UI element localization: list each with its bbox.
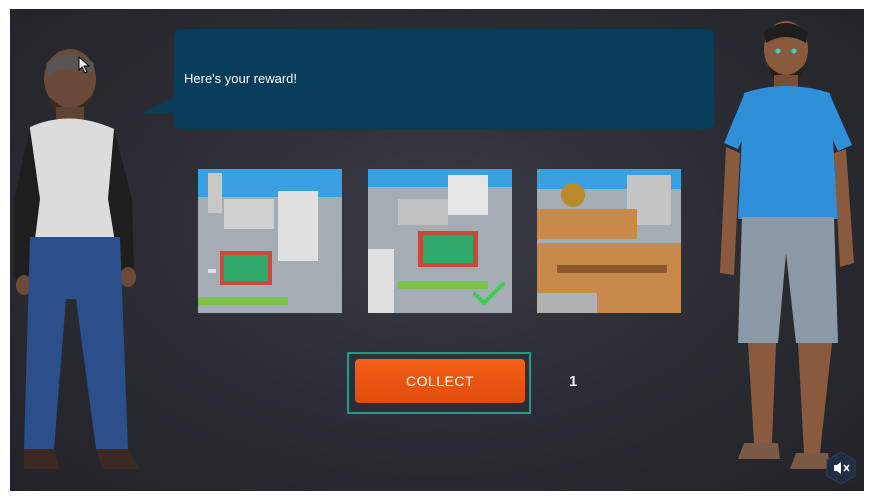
reward-image	[537, 169, 681, 313]
reward-image	[198, 169, 342, 313]
reward-card-3[interactable]	[537, 169, 681, 313]
collect-button[interactable]: COLLECT	[355, 359, 525, 403]
reward-card-2[interactable]	[368, 169, 512, 313]
collect-button-label: COLLECT	[405, 373, 475, 389]
reward-count: 1	[569, 373, 578, 390]
left-character	[14, 49, 140, 469]
dialog-message: Here's your reward!	[184, 71, 298, 86]
game-viewport: Here's your reward! COLLECT 1	[10, 9, 864, 491]
reward-card-1[interactable]	[198, 169, 342, 313]
checkmark-icon	[473, 282, 505, 305]
speaker-muted-icon	[826, 451, 856, 485]
mouse-cursor-icon	[78, 56, 90, 74]
mute-toggle-button[interactable]	[826, 451, 856, 485]
speech-bubble: Here's your reward!	[174, 29, 714, 129]
right-character	[720, 21, 854, 469]
speech-bubble-tail	[141, 97, 177, 113]
